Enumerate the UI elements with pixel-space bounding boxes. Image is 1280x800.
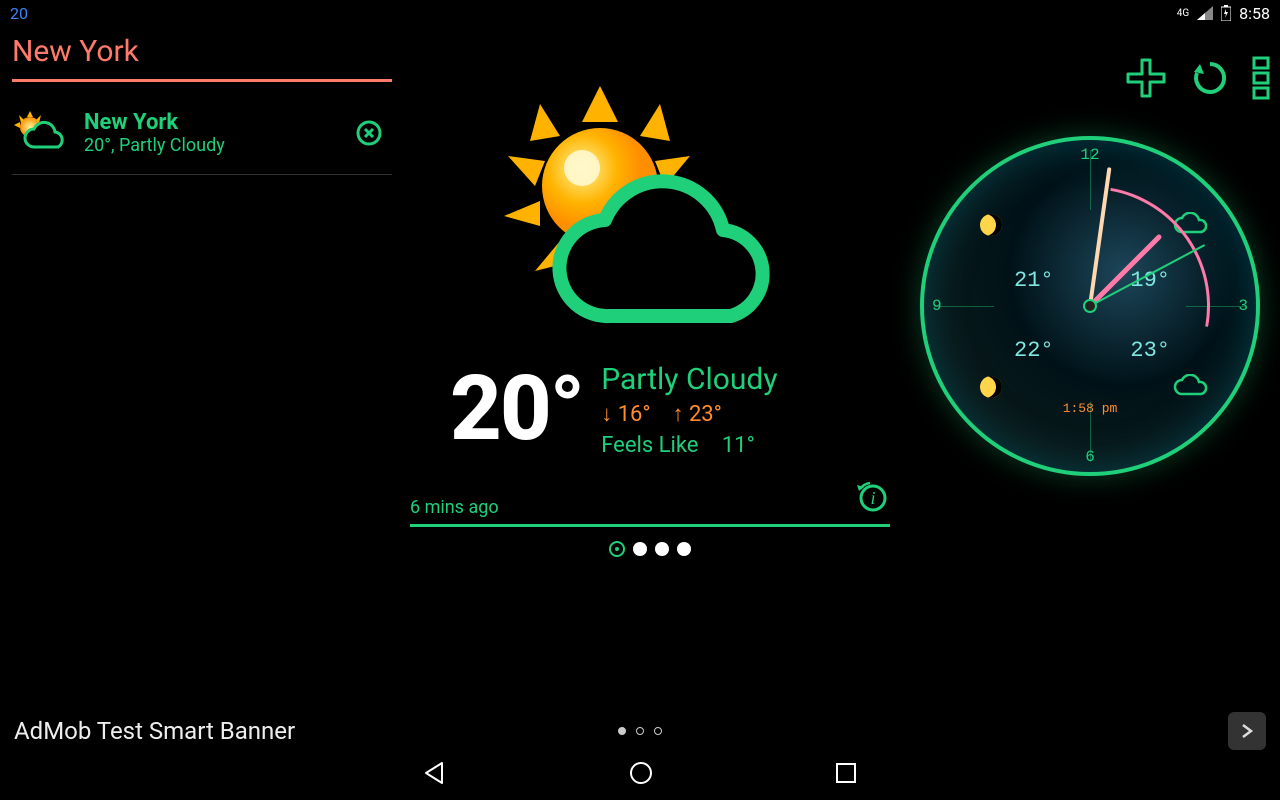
low-temp: 16° — [618, 402, 651, 427]
weather-main: 20° Partly Cloudy ↓ 16° ↑ 23° Feels Like… — [400, 26, 900, 706]
city-item-name: New York — [84, 110, 225, 135]
pager-dot[interactable] — [633, 542, 647, 556]
last-updated: 6 mins ago — [410, 497, 499, 518]
clock-3: 3 — [1238, 297, 1248, 315]
network-label: 4G — [1177, 8, 1189, 19]
weather-clock[interactable]: 12 3 6 9 21° 19° 22° 23° — [920, 136, 1260, 476]
back-button[interactable] — [422, 760, 448, 790]
status-time: 8:58 — [1239, 4, 1270, 23]
info-button[interactable]: i — [856, 479, 890, 518]
condition-text: Partly Cloudy — [601, 362, 777, 397]
banner-text: AdMob Test Smart Banner — [14, 717, 295, 745]
signal-icon — [1197, 6, 1213, 20]
pager-dot[interactable] — [655, 542, 669, 556]
current-temp: 20° — [450, 356, 583, 461]
clock-temp-q3: 22° — [1014, 338, 1054, 363]
svg-text:i: i — [870, 488, 875, 508]
banner-dot — [654, 727, 662, 735]
high-arrow-icon: ↑ — [672, 402, 683, 427]
hi-lo-row: ↓ 16° ↑ 23° — [601, 401, 777, 427]
home-button[interactable] — [628, 760, 654, 790]
status-right: 4G 8:58 — [1177, 4, 1270, 23]
cloud-icon — [1172, 374, 1210, 402]
moon-icon — [980, 214, 1002, 236]
menu-button[interactable] — [1252, 56, 1270, 104]
partly-cloudy-icon — [490, 86, 810, 346]
clock-temp-q4: 23° — [1130, 338, 1170, 363]
battery-icon — [1221, 5, 1231, 21]
status-bar: 20 4G 8:58 — [0, 0, 1280, 26]
clock-6: 6 — [1085, 448, 1095, 466]
pager-dot[interactable] — [677, 542, 691, 556]
page-indicator[interactable] — [609, 541, 691, 557]
add-city-button[interactable] — [1124, 56, 1168, 104]
banner-next-button[interactable] — [1228, 712, 1266, 750]
partly-cloudy-icon — [12, 111, 72, 155]
remove-city-button[interactable] — [356, 120, 382, 150]
high-temp: 23° — [689, 402, 722, 427]
city-list-item[interactable]: New York 20°, Partly Cloudy — [12, 102, 392, 175]
banner-dot — [636, 727, 644, 735]
city-sidebar: New York — [0, 26, 400, 706]
clock-time-label: 1:58 pm — [1063, 401, 1118, 416]
low-arrow-icon: ↓ — [601, 402, 612, 427]
banner-pager — [618, 727, 662, 735]
feels-like-label: Feels Like — [601, 433, 698, 458]
refresh-button[interactable] — [1190, 58, 1230, 102]
city-header: New York — [12, 34, 392, 82]
banner-dot — [618, 727, 626, 735]
recents-button[interactable] — [834, 761, 858, 789]
locate-icon[interactable] — [609, 541, 625, 557]
clock-temp-q1: 21° — [1014, 268, 1054, 293]
android-navbar — [0, 750, 1280, 800]
status-temp: 20 — [10, 4, 28, 23]
feels-like-value: 11° — [722, 433, 755, 458]
ad-banner[interactable]: AdMob Test Smart Banner — [0, 712, 1280, 750]
clock-12: 12 — [1080, 146, 1099, 164]
city-item-summary: 20°, Partly Cloudy — [84, 135, 225, 156]
moon-icon — [980, 376, 1002, 398]
clock-9: 9 — [932, 297, 942, 315]
